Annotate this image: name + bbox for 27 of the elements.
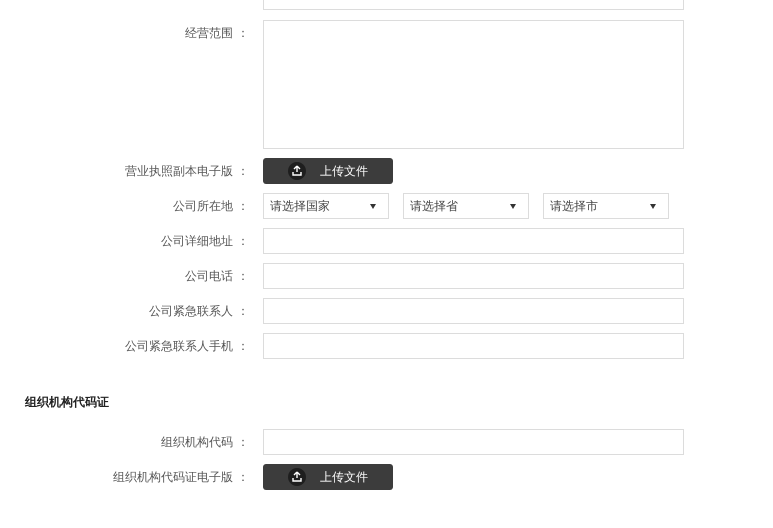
input-field[interactable] (263, 429, 684, 455)
dropdown-select[interactable]: 请选择市 (543, 193, 669, 219)
business-scope-textarea[interactable] (263, 20, 684, 149)
field-label: 组织机构代码证电子版 ： (113, 470, 249, 484)
dropdown-select[interactable]: 请选择省 (403, 193, 529, 219)
field-label: 公司紧急联系人手机 ： (125, 339, 249, 353)
input-field[interactable] (263, 263, 684, 289)
input-field[interactable] (263, 298, 684, 324)
field-label: 公司紧急联系人 ： (149, 304, 249, 318)
section-heading: 组织机构代码证 (24, 394, 110, 411)
input-field[interactable] (263, 0, 684, 10)
field-label: 公司详细地址 ： (161, 234, 249, 248)
dropdown-select[interactable]: 请选择国家 (263, 193, 389, 219)
caret-icon (510, 204, 516, 208)
upload-button[interactable]: 上传文件 (263, 158, 393, 184)
upload-icon (288, 162, 306, 180)
field-label: 公司所在地 ： (173, 199, 249, 213)
input-field[interactable] (263, 333, 684, 359)
field-label: 公司电话 ： (185, 269, 249, 283)
input-field[interactable] (263, 228, 684, 254)
field-label: 经营范围 ： (185, 26, 249, 40)
upload-icon (288, 468, 306, 486)
field-label: 组织机构代码 ： (161, 435, 249, 449)
caret-icon (650, 204, 656, 208)
field-label: 营业执照副本电子版 ： (125, 164, 249, 178)
caret-icon (370, 204, 376, 208)
upload-button[interactable]: 上传文件 (263, 464, 393, 490)
